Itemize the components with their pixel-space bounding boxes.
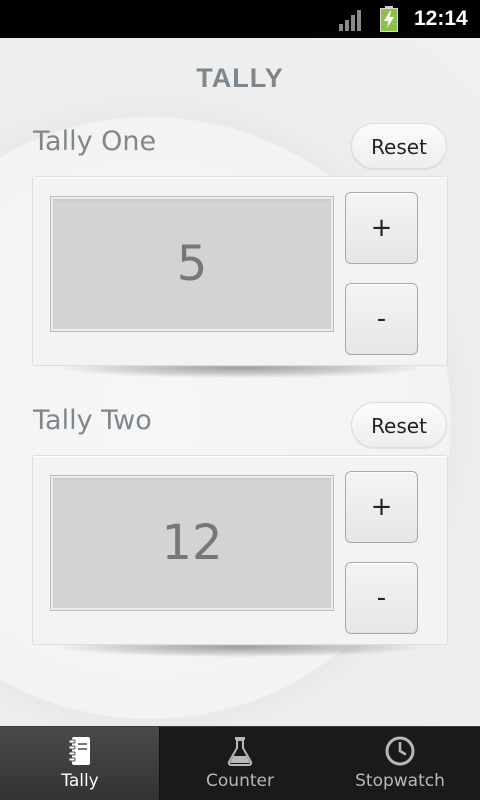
clock-icon xyxy=(385,736,415,766)
tally-two-panel: 12 + - xyxy=(32,455,448,645)
nav-tab-tally-label: Tally xyxy=(61,771,99,791)
bottom-navigation: Tally Counter Stopwatch xyxy=(0,726,480,800)
tally-one-reset-button[interactable]: Reset xyxy=(351,123,447,169)
nav-tab-stopwatch[interactable]: Stopwatch xyxy=(320,727,480,800)
page-title: TALLY xyxy=(196,63,284,93)
notebook-icon xyxy=(68,737,90,765)
flask-icon xyxy=(227,737,253,766)
signal-bars-icon xyxy=(339,10,361,31)
tally-one-display: 5 xyxy=(50,196,334,332)
nav-tab-counter-label: Counter xyxy=(206,771,274,791)
tally-one-panel: 5 + - xyxy=(32,176,448,366)
nav-tab-tally[interactable]: Tally xyxy=(0,727,160,800)
status-clock: 12:14 xyxy=(414,7,468,30)
tally-two-reset-button[interactable]: Reset xyxy=(351,402,447,448)
status-bar: 12:14 xyxy=(0,0,480,38)
nav-tab-stopwatch-label: Stopwatch xyxy=(355,771,445,791)
tally-two-decrement-button[interactable]: - xyxy=(345,562,418,634)
tally-two-label: Tally Two xyxy=(33,405,152,436)
app-content: TALLY Tally One Reset 5 + - Tally Two Re… xyxy=(0,38,480,726)
battery-charging-icon xyxy=(380,6,398,32)
tally-one-increment-button[interactable]: + xyxy=(345,192,418,264)
tally-one-label: Tally One xyxy=(33,126,157,157)
tally-two-display: 12 xyxy=(50,475,334,611)
tally-two-increment-button[interactable]: + xyxy=(345,471,418,543)
nav-tab-counter[interactable]: Counter xyxy=(160,727,320,800)
tally-one-decrement-button[interactable]: - xyxy=(345,283,418,355)
